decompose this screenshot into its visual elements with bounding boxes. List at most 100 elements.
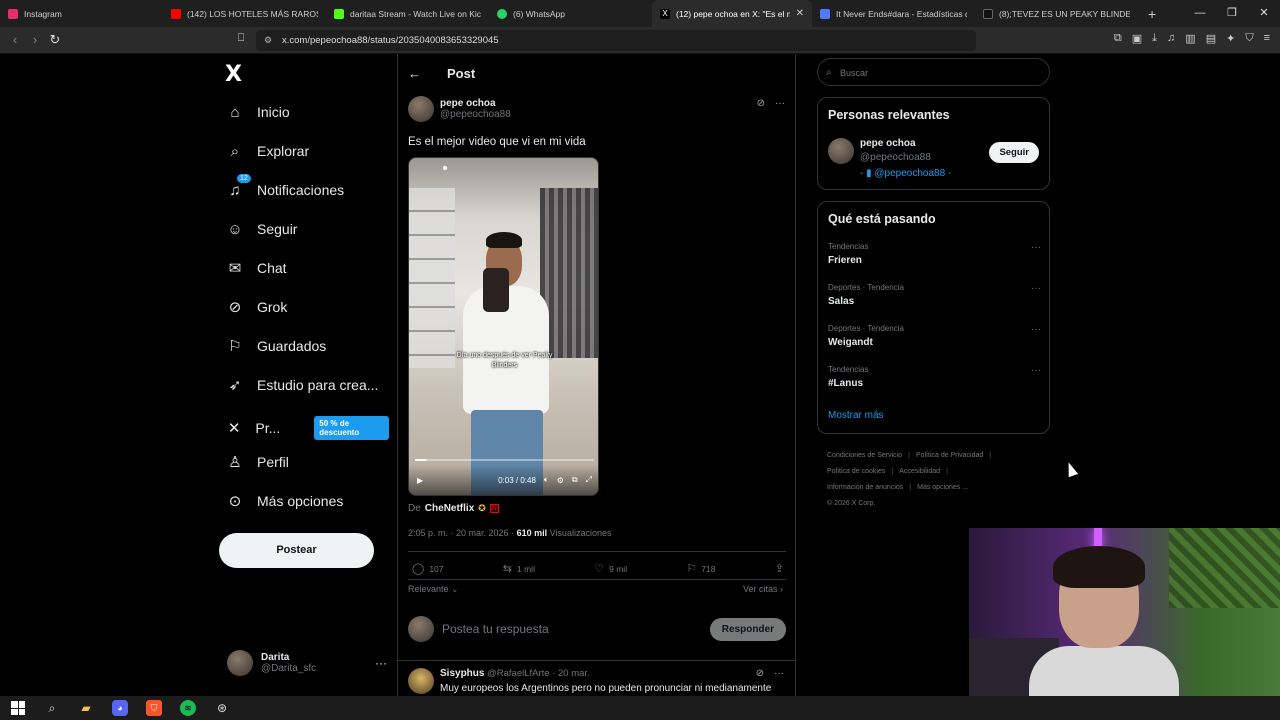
- nav-notifications[interactable]: ♫ 12 Notificaciones: [227, 174, 344, 199]
- footer-link[interactable]: Política de cookies: [827, 468, 885, 475]
- nav-creator-studio[interactable]: ➶ Estudio para crea...: [227, 377, 379, 394]
- vpn-icon[interactable]: ⛉: [1245, 32, 1253, 45]
- reply-header: Sisyphus @RafaelLfArte · 20 mar.: [440, 668, 590, 679]
- tab-x-post[interactable]: X (12) pepe ochoa en X: "Es el mej ✕: [652, 0, 812, 27]
- x-logo[interactable]: X: [225, 62, 242, 87]
- footer-link[interactable]: Más opciones ...: [917, 484, 968, 491]
- more-icon[interactable]: ···: [375, 656, 387, 670]
- grok-analyze-icon[interactable]: ⊘: [757, 98, 765, 109]
- nav-more[interactable]: ⊙ Más opciones: [227, 493, 344, 510]
- brave-browser-icon[interactable]: ⛉: [146, 700, 162, 716]
- footer-link[interactable]: Política de Privacidad: [916, 452, 983, 459]
- extensions-icon[interactable]: ⧉: [1114, 32, 1122, 45]
- video-caption: Día uno después de ver Peaky Blinders: [456, 352, 553, 369]
- tab-instagram[interactable]: Instagram: [0, 0, 163, 27]
- nav-chat[interactable]: ✉ Chat: [227, 260, 287, 277]
- wallet-icon[interactable]: ▤: [1206, 32, 1216, 45]
- settings-icon[interactable]: ⚙: [557, 476, 564, 485]
- ai-icon[interactable]: ✦: [1226, 32, 1235, 45]
- reply-item[interactable]: Sisyphus @RafaelLfArte · 20 mar. Muy eur…: [408, 668, 786, 694]
- post-author[interactable]: pepe ochoa @pepeochoa88: [408, 96, 511, 122]
- reply-button[interactable]: ◯ 107: [412, 562, 444, 575]
- back-arrow-icon[interactable]: ←: [408, 66, 421, 81]
- media-icon[interactable]: ♫: [1167, 32, 1175, 45]
- footer-link[interactable]: Información de anuncios: [827, 484, 903, 491]
- nav-premium[interactable]: ✕ Pr... 50 % de descuento: [227, 416, 389, 440]
- tab-kick[interactable]: daritaa Stream - Watch Live on Kick: [326, 0, 489, 27]
- more-icon[interactable]: ···: [1031, 242, 1041, 253]
- footer-link[interactable]: Condiciones de Servicio: [827, 452, 902, 459]
- post-button[interactable]: Postear: [219, 533, 374, 568]
- nav-grok[interactable]: ⊘ Grok: [227, 299, 288, 316]
- video-progress-bar[interactable]: [415, 459, 594, 461]
- reply-composer: Postea tu respuesta Responder: [408, 616, 786, 642]
- play-icon[interactable]: ▶: [417, 476, 423, 485]
- more-icon[interactable]: ···: [774, 668, 784, 679]
- menu-icon[interactable]: ≡: [1264, 32, 1270, 45]
- tab-youtube[interactable]: (142) LOS HOTELES MÁS RAROS DE: [163, 0, 326, 27]
- follow-button[interactable]: Seguir: [989, 142, 1039, 163]
- tab-tiktok[interactable]: (8);TEVEZ ES UN PEAKY BLINDERS: [975, 0, 1138, 27]
- nav-bookmarks[interactable]: ⚐ Guardados: [227, 338, 326, 355]
- trend-item[interactable]: Tendencias #Lanus ···: [828, 365, 1041, 389]
- bookmark-page-icon[interactable]: ⎕: [232, 32, 250, 45]
- fullscreen-icon[interactable]: ⤢: [586, 475, 592, 485]
- new-tab-button[interactable]: +: [1138, 6, 1166, 22]
- trend-item[interactable]: Deportes · Tendencia Salas ···: [828, 283, 1041, 307]
- close-window-icon[interactable]: ✕: [1248, 0, 1280, 27]
- windows-start-icon[interactable]: [10, 700, 26, 716]
- trend-item[interactable]: Tendencias Frieren ···: [828, 242, 1041, 266]
- nav-profile[interactable]: ♙ Perfil: [227, 454, 289, 471]
- home-icon: ⌂: [230, 103, 240, 121]
- like-button[interactable]: ♡ 9 mil: [594, 562, 627, 575]
- reload-icon[interactable]: ↻: [46, 32, 64, 48]
- address-bar[interactable]: ⚙ x.com/pepeochoa88/status/2035040083653…: [256, 30, 976, 51]
- trends-card: Qué está pasando Tendencias Frieren ··· …: [817, 201, 1050, 434]
- avatar: [408, 616, 434, 642]
- show-more-link[interactable]: Mostrar más: [828, 410, 884, 421]
- kick-icon: [334, 8, 344, 19]
- minimize-icon[interactable]: —: [1184, 0, 1216, 27]
- file-explorer-icon[interactable]: ▰: [78, 700, 94, 716]
- view-quotes-link[interactable]: Ver citas ›: [743, 584, 783, 594]
- nav-home[interactable]: ⌂ Inicio: [227, 103, 289, 121]
- share-button[interactable]: ⇪: [775, 562, 784, 575]
- bio-link[interactable]: @pepeochoa88: [874, 168, 945, 179]
- relevant-person[interactable]: pepe ochoa @pepeochoa88 - ▮ @pepeochoa88…: [828, 138, 951, 179]
- more-icon[interactable]: ···: [1031, 324, 1041, 335]
- sidebar-icon[interactable]: ▥: [1185, 32, 1195, 45]
- more-icon[interactable]: ···: [1031, 365, 1041, 376]
- account-switcher[interactable]: Darita @Darita_sfc ···: [227, 650, 387, 676]
- site-info-icon[interactable]: ⚙: [264, 30, 272, 51]
- source-account-link[interactable]: CheNetflix: [425, 503, 474, 514]
- volume-icon[interactable]: 🔈︎: [544, 475, 549, 485]
- bookmark-button[interactable]: ⚐ 718: [686, 562, 715, 575]
- nav-explore[interactable]: ⌕ Explorar: [227, 143, 309, 160]
- download-icon[interactable]: ⤓: [1152, 32, 1157, 45]
- bell-icon: ♫ 12: [227, 174, 251, 199]
- more-icon[interactable]: ···: [1031, 283, 1041, 294]
- spotify-icon[interactable]: ≋: [180, 700, 196, 716]
- repost-button[interactable]: ⇆ 1 mil: [503, 562, 535, 575]
- reply-sort-dropdown[interactable]: Relevante ⌄: [408, 584, 459, 595]
- reply-submit-button[interactable]: Responder: [709, 617, 786, 641]
- nav-follow[interactable]: ☺ Seguir: [227, 221, 297, 238]
- steam-icon[interactable]: ⊛: [214, 700, 230, 716]
- back-icon[interactable]: ‹: [6, 32, 24, 47]
- close-tab-icon[interactable]: ✕: [796, 8, 804, 19]
- grok-analyze-icon[interactable]: ⊘: [756, 668, 764, 679]
- search-input[interactable]: ⌕ Buscar: [817, 58, 1050, 86]
- trend-item[interactable]: Deportes · Tendencia Weigandt ···: [828, 324, 1041, 348]
- video-player[interactable]: Día uno después de ver Peaky Blinders ▶ …: [408, 157, 599, 496]
- footer-link[interactable]: Accesibilidad: [899, 468, 940, 475]
- reply-input[interactable]: Postea tu respuesta: [442, 622, 702, 636]
- tab-whatsapp[interactable]: (6) WhatsApp: [489, 0, 652, 27]
- forward-icon[interactable]: ›: [26, 32, 44, 47]
- restore-icon[interactable]: ❐: [1216, 0, 1248, 27]
- pip-icon[interactable]: ⧉: [572, 475, 578, 485]
- tab-stats[interactable]: It Never Ends#dara - Estadísticas de: [812, 0, 975, 27]
- screenshot-icon[interactable]: ▣: [1132, 32, 1142, 45]
- discord-icon[interactable]: ◕: [112, 700, 128, 716]
- more-icon[interactable]: ···: [775, 98, 785, 109]
- search-icon[interactable]: ⌕: [44, 700, 60, 716]
